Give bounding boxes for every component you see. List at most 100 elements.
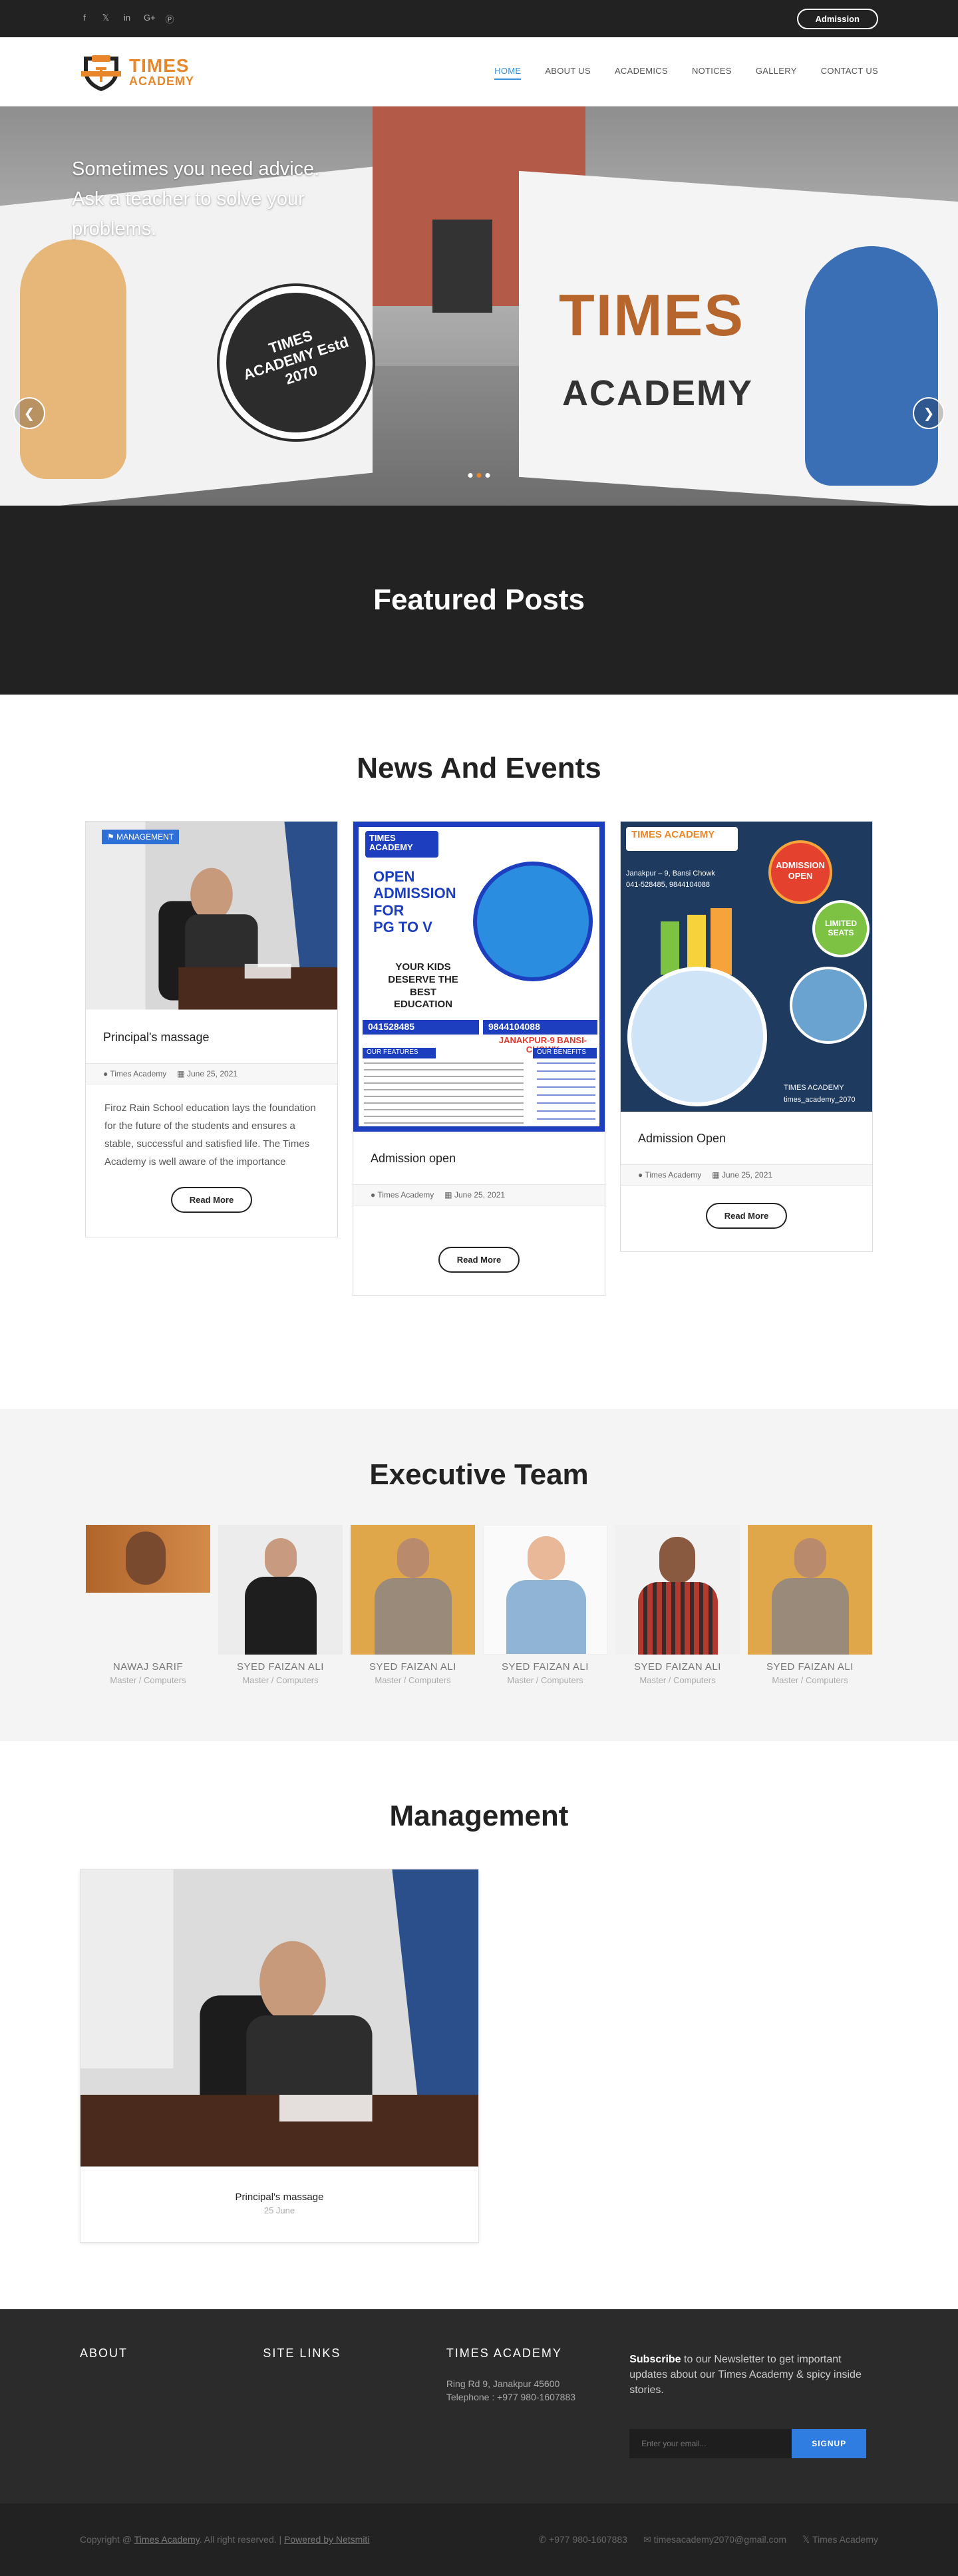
team-grid: NAWAJ SARIF Master / Computers SYED FAIZ… — [0, 1525, 958, 1685]
bottom-twitter[interactable]: Times Academy — [812, 2534, 878, 2545]
team-member[interactable]: SYED FAIZAN ALI Master / Computers — [748, 1525, 872, 1685]
slider-dot-active[interactable] — [476, 473, 482, 478]
newsletter-email-input[interactable] — [629, 2428, 792, 2458]
social-links: f 𝕏 in G+ Ⓟ — [80, 13, 174, 25]
management-photo — [80, 1869, 478, 2168]
news-card-author[interactable]: Times Academy — [645, 1170, 701, 1180]
user-icon: ● — [638, 1170, 645, 1180]
linkedin-icon[interactable]: in — [122, 13, 132, 25]
hero-slider: TIMES ACADEMY Estd 2070 TIMES ACADEMY So… — [0, 106, 958, 506]
news-card-author[interactable]: Times Academy — [377, 1190, 434, 1200]
news-events-title: News And Events — [357, 752, 601, 784]
member-name: SYED FAIZAN ALI — [369, 1661, 456, 1673]
footer-newsletter: Subscribe to our Newsletter to get impor… — [629, 2346, 878, 2458]
executive-team-title: Executive Team — [369, 1458, 589, 1491]
read-more-button[interactable]: Read More — [438, 1247, 520, 1273]
news-card-image[interactable]: TIMES ACADEMY Janakpur – 9, Bansi Chowk … — [621, 822, 872, 1112]
category-tag-label: MANAGEMENT — [116, 832, 174, 842]
news-card-meta: ● Times Academy ▦ June 25, 2021 — [353, 1184, 605, 1206]
nav-academics[interactable]: ACADEMICS — [615, 63, 668, 80]
member-role: Master / Computers — [507, 1675, 583, 1685]
bottom-bar: Copyright @ Times Academy. All right res… — [0, 2503, 958, 2576]
facebook-icon[interactable]: f — [80, 13, 89, 25]
tag-icon: ⚑ — [107, 832, 117, 842]
read-more-button[interactable]: Read More — [170, 1187, 253, 1213]
twitter-icon: 𝕏 — [802, 2533, 812, 2545]
site-header: TIMES ACADEMY HOME ABOUT US ACADEMICS NO… — [0, 37, 958, 106]
team-member[interactable]: NAWAJ SARIF Master / Computers — [86, 1525, 210, 1685]
admission-button[interactable]: Admission — [796, 8, 878, 29]
nav-about-us[interactable]: ABOUT US — [545, 63, 591, 80]
google-plus-icon[interactable]: G+ — [144, 13, 156, 25]
team-member[interactable]: SYED FAIZAN ALI Master / Computers — [615, 1525, 740, 1685]
footer-telephone: Telephone : +977 980-1607883 — [446, 2391, 576, 2402]
slider-dot[interactable] — [485, 473, 490, 478]
news-card-title[interactable]: Principal's massage — [86, 1011, 337, 1063]
hero-cartoon-girl — [805, 246, 938, 486]
site-logo[interactable]: TIMES ACADEMY — [80, 51, 194, 92]
member-name: SYED FAIZAN ALI — [502, 1661, 589, 1673]
member-role: Master / Computers — [110, 1675, 186, 1685]
copyright-link[interactable]: Times Academy — [134, 2534, 200, 2545]
calendar-icon: ▦ — [444, 1190, 454, 1200]
pinterest-icon[interactable]: Ⓟ — [165, 13, 174, 25]
poster-headline-3: FOR — [373, 901, 404, 919]
twitter-icon[interactable]: 𝕏 — [101, 13, 110, 25]
bottom-email[interactable]: timesacademy2070@gmail.com — [654, 2534, 786, 2545]
principal-photo — [86, 822, 337, 1010]
newsletter-subscribe-label: Subscribe — [629, 2354, 681, 2365]
read-more-button[interactable]: Read More — [705, 1203, 788, 1229]
main-nav: HOME ABOUT US ACADEMICS NOTICES GALLERY … — [494, 63, 878, 80]
news-card-meta: ● Times Academy ▦ June 25, 2021 — [86, 1063, 337, 1084]
member-name: SYED FAIZAN ALI — [634, 1661, 721, 1673]
signup-button[interactable]: SIGNUP — [792, 2428, 867, 2458]
poster-brand: TIMES ACADEMY — [626, 827, 738, 851]
powered-by-link[interactable]: Powered by Netsmiti — [284, 2534, 369, 2545]
nav-contact-us[interactable]: CONTACT US — [821, 63, 878, 80]
slider-prev-button[interactable]: ❮ — [13, 397, 45, 429]
slider-next-button[interactable]: ❯ — [913, 397, 945, 429]
newsletter-form: SIGNUP — [629, 2428, 878, 2458]
news-card-image[interactable]: TIMES ACADEMY OPEN ADMISSION FOR PG TO V… — [353, 822, 605, 1132]
team-member[interactable]: SYED FAIZAN ALI Master / Computers — [218, 1525, 343, 1685]
user-icon: ● — [103, 1069, 110, 1078]
nav-notices[interactable]: NOTICES — [692, 63, 732, 80]
slider-dots — [468, 473, 490, 478]
news-card-author[interactable]: Times Academy — [110, 1069, 166, 1078]
category-tag[interactable]: ⚑ MANAGEMENT — [102, 830, 180, 844]
hero-caption: Sometimes you need advice. Ask a teacher… — [72, 158, 320, 240]
copyright-prefix: Copyright @ — [80, 2534, 134, 2545]
hero-sign-academy: ACADEMY — [562, 373, 754, 413]
team-member[interactable]: SYED FAIZAN ALI Master / Computers — [483, 1525, 607, 1685]
member-name: SYED FAIZAN ALI — [766, 1661, 854, 1673]
poster-brand: TIMES ACADEMY — [365, 831, 438, 858]
news-card: ⚑ MANAGEMENT Principal's massage ● Times… — [85, 821, 338, 1237]
poster-kids-photo — [473, 862, 593, 981]
chevron-left-icon: ❮ — [23, 406, 35, 421]
hero-doorway — [432, 220, 492, 313]
logo-subtitle: ACADEMY — [129, 74, 195, 88]
team-member[interactable]: SYED FAIZAN ALI Master / Computers — [351, 1525, 475, 1685]
management-card-title[interactable]: Principal's massage — [80, 2191, 478, 2203]
management-card[interactable]: Principal's massage 25 June — [80, 1869, 479, 2243]
news-events-section: News And Events ⚑ MANAGEMENT Principal's… — [0, 695, 958, 1409]
poster-bar — [661, 921, 679, 975]
nav-gallery[interactable]: GALLERY — [756, 63, 797, 80]
news-card-title[interactable]: Admission open — [353, 1132, 605, 1184]
slider-dot[interactable] — [468, 473, 473, 478]
member-photo — [748, 1525, 872, 1655]
news-card-title[interactable]: Admission Open — [621, 1112, 872, 1164]
member-photo — [86, 1525, 210, 1593]
news-card-image[interactable]: ⚑ MANAGEMENT — [86, 822, 337, 1011]
copyright: Copyright @ Times Academy. All right res… — [80, 2534, 369, 2545]
news-grid: ⚑ MANAGEMENT Principal's massage ● Times… — [0, 821, 958, 1296]
footer-site-links: SITE LINKS — [263, 2346, 446, 2458]
logo-title: TIMES — [129, 55, 190, 76]
poster-phone-1: 041528485 — [363, 1020, 479, 1035]
bottom-phone[interactable]: +977 980-1607883 — [549, 2534, 627, 2545]
nav-home[interactable]: HOME — [494, 63, 522, 80]
poster-headline-1: OPEN — [373, 868, 415, 885]
featured-posts-section: Featured Posts — [0, 506, 958, 695]
news-card: TIMES ACADEMY OPEN ADMISSION FOR PG TO V… — [353, 821, 605, 1296]
member-role: Master / Computers — [639, 1675, 716, 1685]
